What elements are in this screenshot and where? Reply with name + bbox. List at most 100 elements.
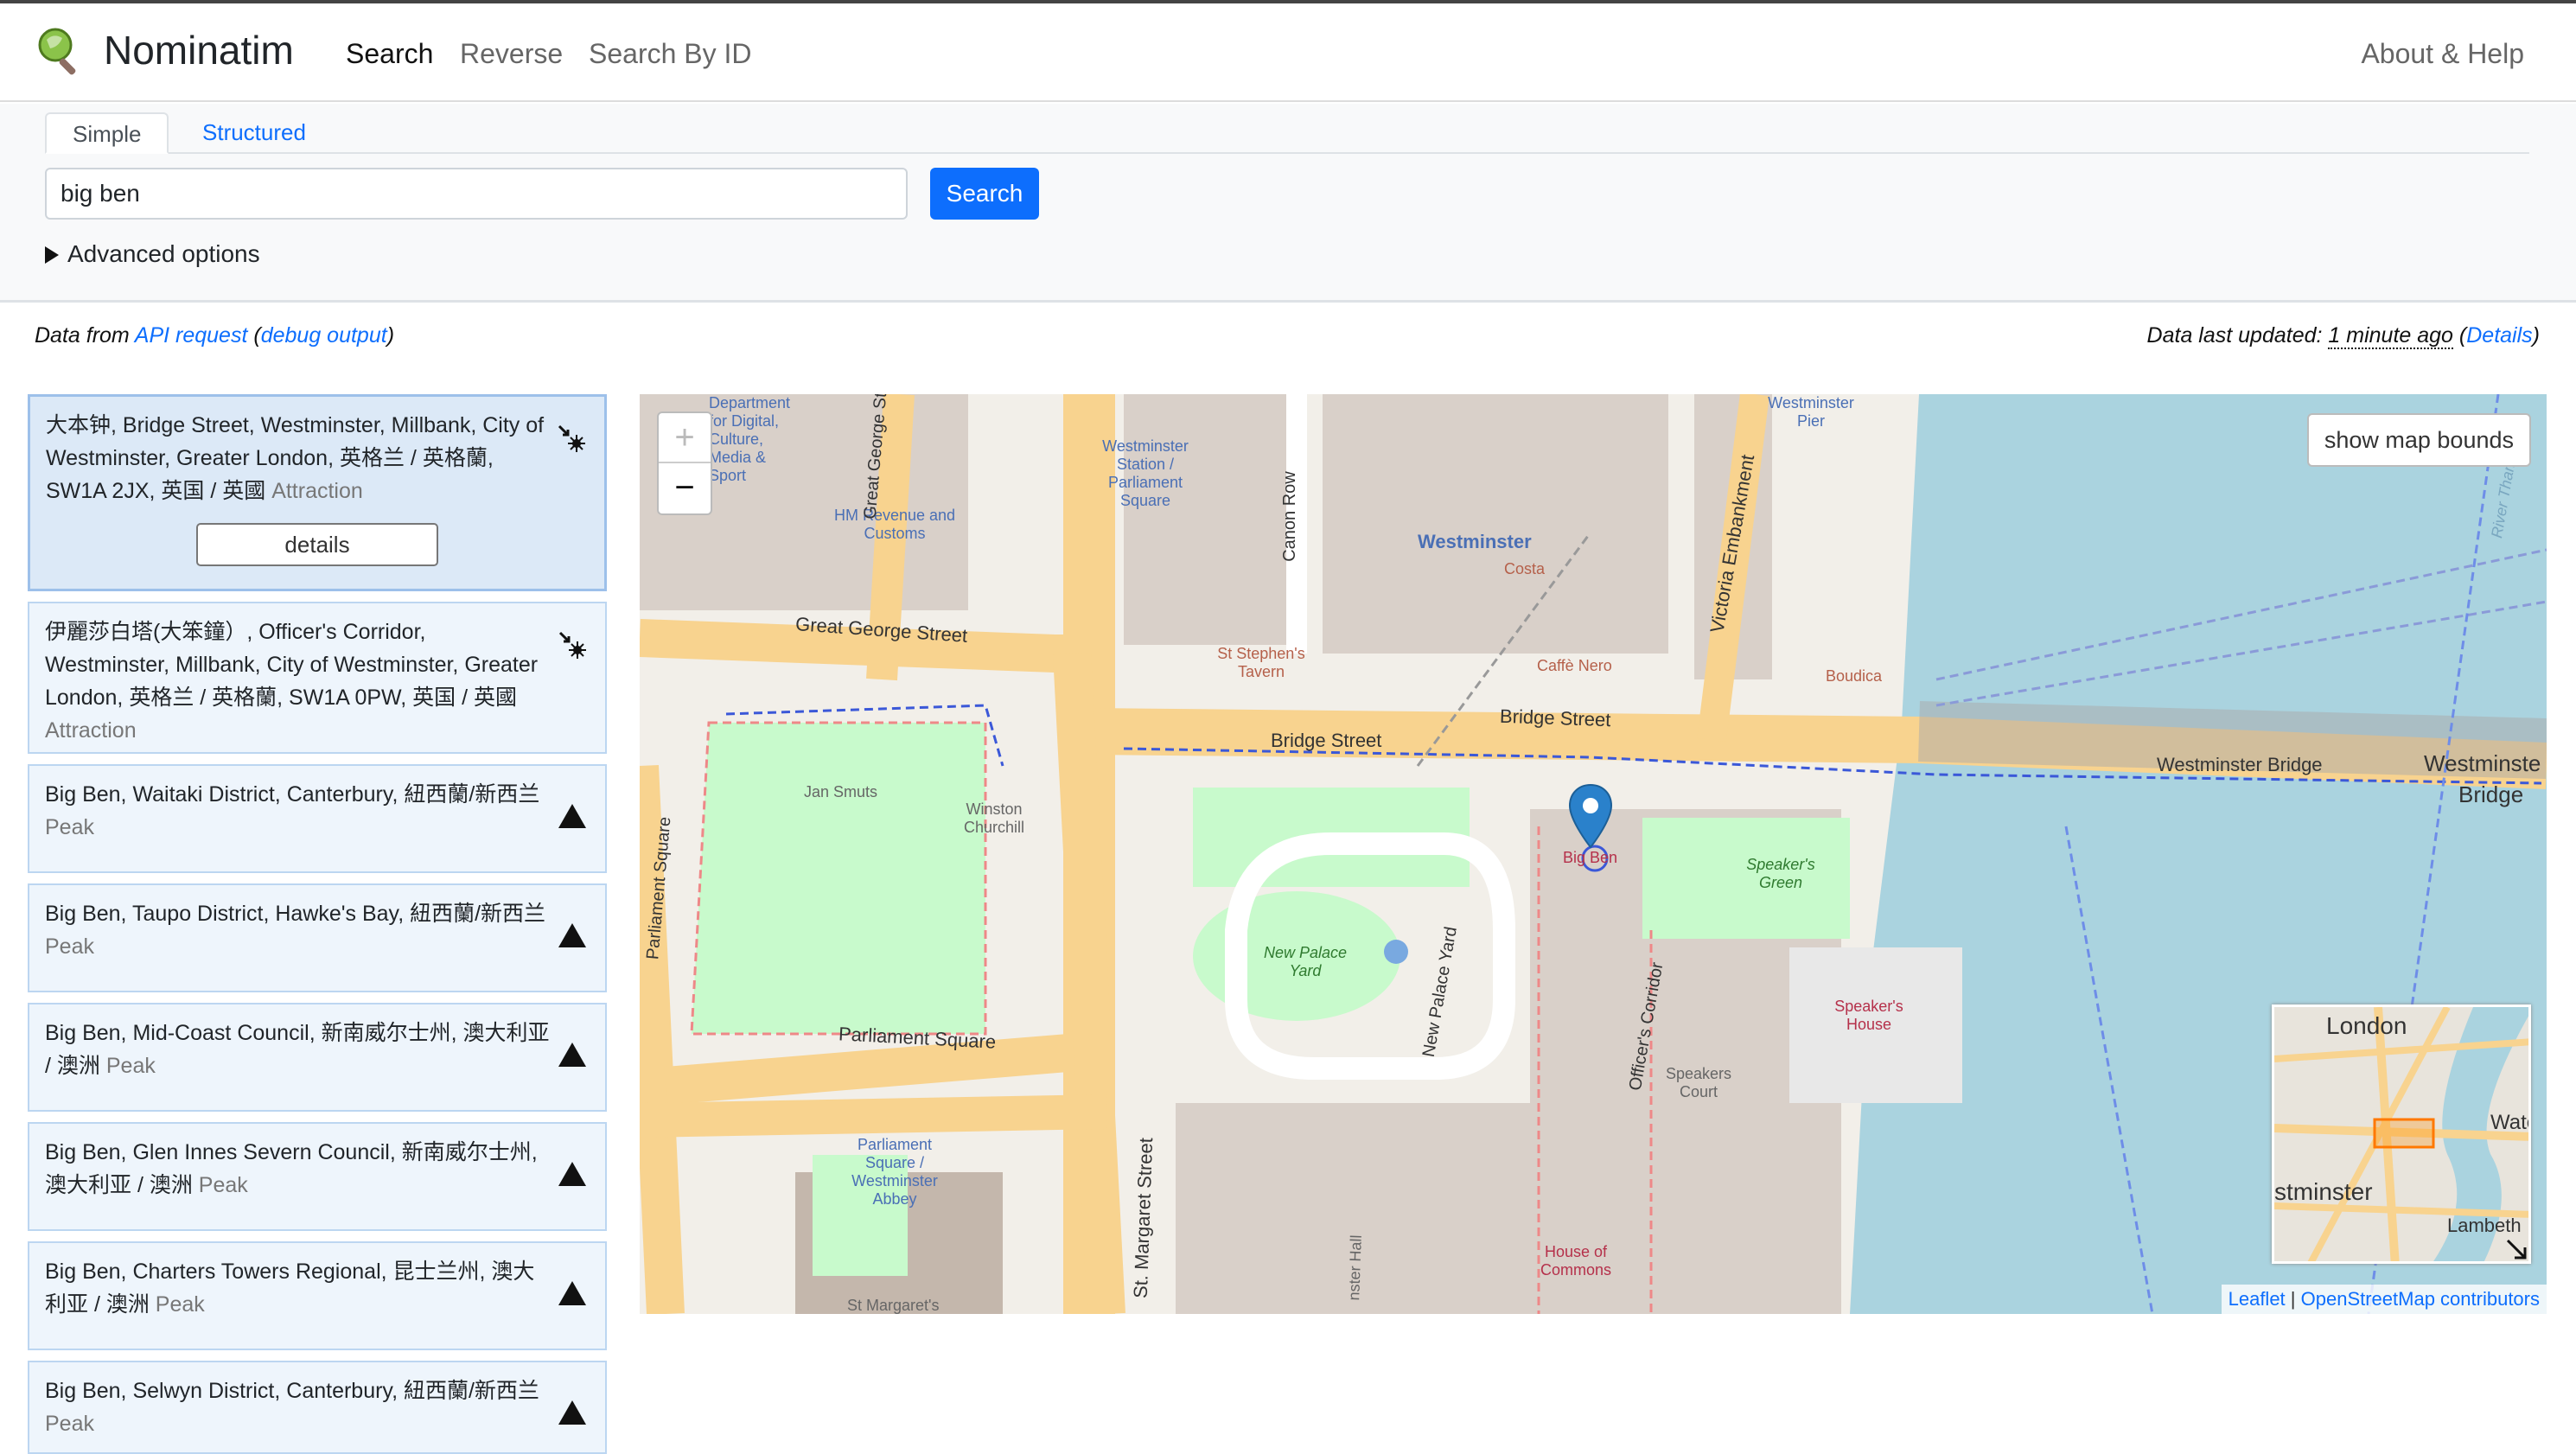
map-label: Speaker's Green xyxy=(1746,856,1815,891)
last-updated-info: Data last updated: 1 minute ago (Details… xyxy=(2146,323,2540,349)
debug-output-link[interactable]: debug output xyxy=(261,323,387,348)
result-item[interactable]: Big Ben, Charters Towers Regional, 昆士兰州,… xyxy=(28,1241,607,1350)
map-label: Westminster xyxy=(1418,531,1532,552)
api-request-link[interactable]: API request xyxy=(135,323,248,348)
zoom-control: + − xyxy=(657,411,712,515)
details-button[interactable]: details xyxy=(196,523,438,566)
result-type: Peak xyxy=(155,1292,205,1317)
map-label: Bridge Street xyxy=(1499,705,1611,731)
attribution-separator: | xyxy=(2285,1288,2301,1310)
peak-icon xyxy=(558,804,586,828)
tabs-divider xyxy=(45,152,2529,154)
leaflet-link[interactable]: Leaflet xyxy=(2228,1288,2286,1310)
result-address: Big Ben, Selwyn District, Canterbury, 紐西… xyxy=(45,1379,539,1403)
result-item[interactable]: Big Ben, Taupo District, Hawke's Bay, 紐西… xyxy=(28,883,607,992)
zoom-in-button[interactable]: + xyxy=(659,413,711,463)
peak-icon xyxy=(558,1281,586,1305)
tab-simple[interactable]: Simple xyxy=(45,112,169,154)
search-input[interactable] xyxy=(45,168,908,220)
advanced-options-label: Advanced options xyxy=(67,240,260,267)
result-item[interactable]: Big Ben, Mid-Coast Council, 新南威尔士州, 澳大利亚… xyxy=(28,1003,607,1112)
result-type: Peak xyxy=(45,815,94,839)
result-address: Big Ben, Taupo District, Hawke's Bay, 紐西… xyxy=(45,902,546,926)
peak-icon xyxy=(558,1043,586,1067)
search-panel: Simple Structured Search Advanced option… xyxy=(0,104,2576,303)
map-label: Westminster Station / Parliament Square xyxy=(1102,437,1189,509)
header: Nominatim Search Reverse Search By ID Ab… xyxy=(0,3,2576,102)
paren-open-2: ( xyxy=(2452,323,2467,348)
result-type: Peak xyxy=(45,1412,94,1436)
map-label: New Palace Yard xyxy=(1263,944,1348,979)
result-address: Big Ben, Waitaki District, Canterbury, 紐… xyxy=(45,782,540,807)
search-button[interactable]: Search xyxy=(930,168,1039,220)
paren-open: ( xyxy=(247,323,261,348)
attraction-icon xyxy=(558,424,585,452)
map-label: St Stephen's Tavern xyxy=(1217,645,1305,680)
last-updated-value: 1 minute ago xyxy=(2328,323,2453,349)
minimap-label: Lambeth xyxy=(2447,1215,2522,1236)
map-label: Canon Row xyxy=(1279,471,1299,562)
map-label: Speakers Court xyxy=(1665,1065,1732,1100)
tab-structured[interactable]: Structured xyxy=(176,112,332,154)
result-item[interactable]: 伊麗莎白塔(大笨鐘）, Officer's Corridor, Westmins… xyxy=(28,602,607,754)
map-label: Costa xyxy=(1504,560,1546,577)
result-item[interactable]: Big Ben, Selwyn District, Canterbury, 紐西… xyxy=(28,1361,607,1454)
brand-title[interactable]: Nominatim xyxy=(104,27,294,73)
data-source-info: Data from API request (debug output) xyxy=(35,323,394,348)
map-label: Big Ben xyxy=(1563,849,1618,866)
map-label: Department for Digital, Culture, Media &… xyxy=(709,394,791,484)
result-type: Attraction xyxy=(271,479,363,503)
map-label: Bridge xyxy=(2458,781,2524,807)
map-attribution: Leaflet | OpenStreetMap contributors xyxy=(2221,1285,2547,1314)
map-label: House of Commons xyxy=(1540,1243,1612,1279)
minimap-label: stminster xyxy=(2274,1178,2373,1205)
map-label: Boudica xyxy=(1826,667,1883,685)
nav-search[interactable]: Search xyxy=(346,38,433,70)
minimap[interactable]: London stminster Lambeth Wate xyxy=(2272,1004,2531,1264)
nav-about-help[interactable]: About & Help xyxy=(2361,38,2524,70)
data-from-label: Data from xyxy=(35,323,135,348)
map-label: Winston Churchill xyxy=(963,800,1025,836)
disclosure-triangle-icon xyxy=(45,246,59,264)
nav-reverse[interactable]: Reverse xyxy=(460,38,563,70)
map-label: Caffè Nero xyxy=(1537,657,1612,674)
map-label: nster Hall xyxy=(1345,1234,1365,1301)
osm-contributors-link[interactable]: OpenStreetMap contributors xyxy=(2301,1288,2540,1310)
map-view[interactable]: Great George Street Bridge Street Bridge… xyxy=(640,394,2547,1314)
result-type: Peak xyxy=(45,934,94,959)
result-type: Attraction xyxy=(45,718,137,743)
result-item[interactable]: 大本钟, Bridge Street, Westminster, Millban… xyxy=(28,394,607,591)
map-label: Bridge Street xyxy=(1271,730,1382,751)
map-label: Westminste xyxy=(2424,750,2541,776)
result-item[interactable]: Big Ben, Glen Innes Severn Council, 新南威尔… xyxy=(28,1122,607,1231)
map-label: St Margaret's xyxy=(847,1297,940,1314)
paren-close-2: ) xyxy=(2532,323,2540,348)
details-link[interactable]: Details xyxy=(2466,323,2532,348)
paren-close: ) xyxy=(386,323,395,348)
map-label: Jan Smuts xyxy=(804,783,878,800)
result-type: Peak xyxy=(198,1173,248,1197)
nav-search-by-id[interactable]: Search By ID xyxy=(589,38,752,70)
nominatim-logo-icon[interactable] xyxy=(35,26,85,76)
map-label: HM Revenue and Customs xyxy=(833,507,956,542)
zoom-out-button[interactable]: − xyxy=(659,463,711,513)
map-label: Parliament Square / Westminster Abbey xyxy=(851,1136,938,1208)
peak-icon xyxy=(558,1400,586,1425)
map-label: Speaker's House xyxy=(1834,998,1903,1033)
minimap-label: Wate xyxy=(2490,1111,2528,1134)
peak-icon xyxy=(558,1162,586,1186)
map-label: Westminster Pier xyxy=(1768,394,1854,430)
result-type: Peak xyxy=(105,1054,156,1078)
result-address: 伊麗莎白塔(大笨鐘）, Officer's Corridor, Westmins… xyxy=(45,620,539,710)
minimap-label: London xyxy=(2326,1012,2407,1039)
location-marker-icon[interactable] xyxy=(1568,783,1613,849)
last-updated-label: Data last updated: xyxy=(2146,323,2329,348)
peak-icon xyxy=(558,923,586,947)
show-map-bounds-button[interactable]: show map bounds xyxy=(2306,413,2531,467)
advanced-options-toggle[interactable]: Advanced options xyxy=(45,240,260,268)
attraction-icon xyxy=(558,631,586,659)
result-address: Big Ben, Glen Innes Severn Council, 新南威尔… xyxy=(45,1140,538,1197)
map-label: Westminster Bridge xyxy=(2157,754,2323,775)
result-item[interactable]: Big Ben, Waitaki District, Canterbury, 紐… xyxy=(28,764,607,873)
result-address: Big Ben, Charters Towers Regional, 昆士兰州,… xyxy=(45,1259,535,1317)
